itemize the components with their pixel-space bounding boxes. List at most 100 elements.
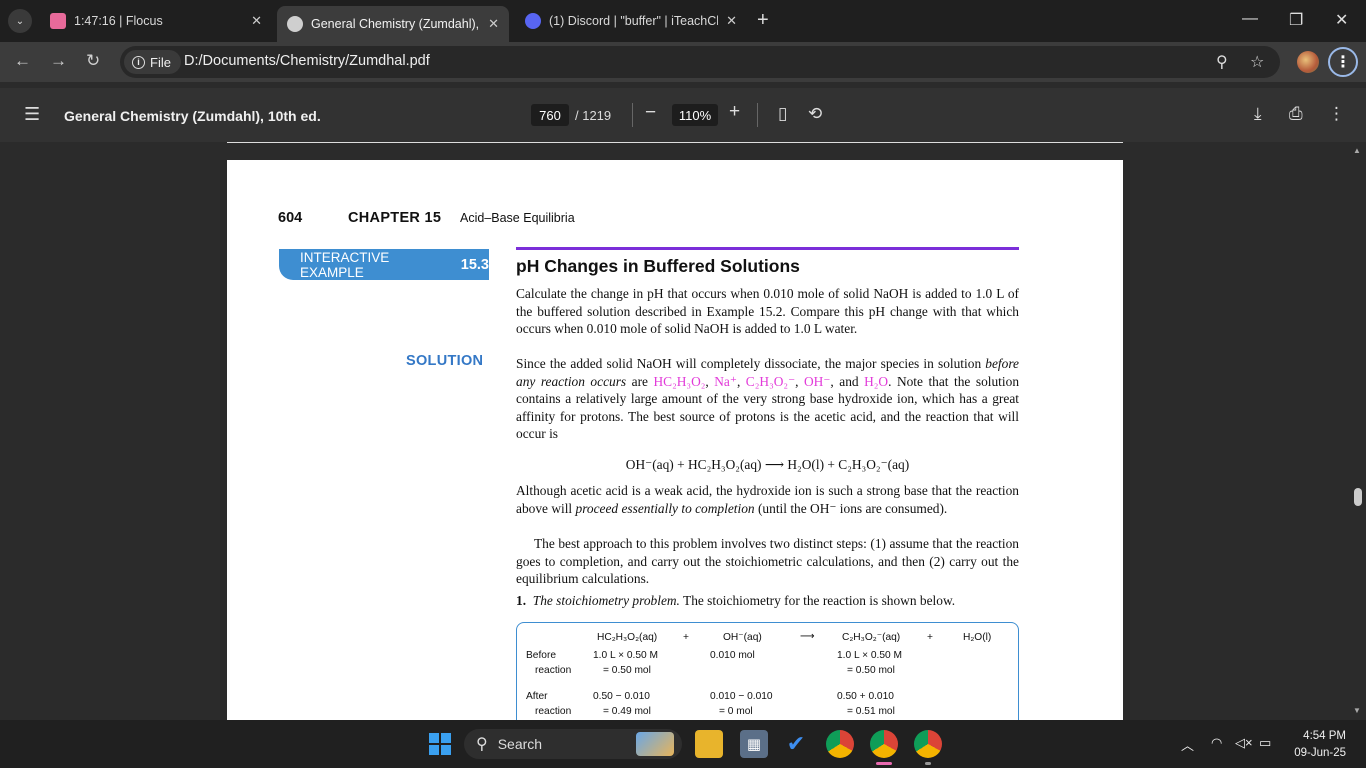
text-run: are (626, 373, 654, 389)
rotate-icon[interactable]: ⟲ (808, 104, 822, 124)
table-cell: 0.50 + 0.010 (837, 691, 894, 702)
browser-menu-button[interactable]: ⋮ (1328, 47, 1358, 77)
example-divider-rule (516, 247, 1019, 250)
header-hydroxide: OH⁻(aq) (723, 632, 762, 643)
badge-number: 15.3 (460, 256, 489, 273)
flocus-favicon-icon (50, 13, 66, 29)
row-label: Before (526, 650, 557, 661)
bookmark-star-icon[interactable]: ☆ (1250, 52, 1264, 72)
reaction-equation: OH⁻(aq) + HC₂H₃O₂(aq) ⟶ H₂O(l) + C₂H₃O₂⁻… (625, 457, 910, 472)
tab-general-chemistry[interactable]: General Chemistry (Zumdahl), 1 ✕ (277, 6, 509, 42)
file-explorer-icon[interactable] (695, 730, 723, 758)
fit-page-icon[interactable]: ▯ (778, 104, 787, 124)
calculator-icon[interactable]: ▦ (740, 730, 768, 758)
approach-paragraph: The best approach to this problem involv… (516, 536, 1019, 586)
table-cell: 0.010 mol (710, 650, 755, 661)
close-window-button[interactable]: ✕ (1335, 10, 1348, 30)
solution-paragraph: Since the added solid NaOH will complete… (516, 356, 1020, 441)
tab-search-button[interactable]: ⌄ (8, 9, 32, 33)
search-highlight-icon (636, 732, 674, 756)
zoom-out-button[interactable]: − (645, 102, 656, 124)
page-total: / 1219 (575, 108, 612, 123)
species-acetic-acid: HC₂H₃O₂ (653, 373, 706, 389)
stoichiometry-table: HC₂H₃O₂(aq) + OH⁻(aq) ⟶ C₂H₃O₂⁻(aq) + H₂… (516, 622, 1019, 720)
clock-time: 4:54 PM (1303, 730, 1346, 742)
table-cell: = 0.51 mol (847, 706, 895, 717)
scroll-down-arrow-icon[interactable]: ▼ (1353, 706, 1361, 715)
header-arrow: ⟶ (800, 631, 815, 642)
zoom-magnifier-icon[interactable]: ⚲ (1216, 52, 1228, 72)
completion-paragraph: Although acetic acid is a weak acid, the… (516, 482, 1019, 517)
row-label: After (526, 691, 548, 702)
zoom-in-button[interactable]: + (729, 101, 740, 123)
scrollbar-thumb[interactable] (1354, 488, 1362, 506)
tab-close-icon[interactable]: ✕ (488, 16, 499, 32)
table-cell: 1.0 L × 0.50 M (837, 650, 903, 661)
page-number-input[interactable]: 760 (531, 104, 569, 126)
volume-muted-icon[interactable]: ◁× (1235, 735, 1253, 751)
document-title: General Chemistry (Zumdahl), 10th ed. (64, 108, 321, 124)
restore-button[interactable]: ❐ (1289, 10, 1303, 30)
chrome-profile-icon[interactable] (914, 730, 942, 758)
step-one-line: 1. The stoichiometry problem. The stoich… (516, 592, 1019, 610)
pdf-page: 604 CHAPTER 15 Acid–Base Equilibria INTE… (227, 160, 1123, 720)
tab-close-icon[interactable]: ✕ (726, 13, 737, 29)
download-icon[interactable]: ⤓ (1254, 104, 1262, 124)
url-text[interactable]: D:/Documents/Chemistry/Zumdhal.pdf (184, 53, 430, 69)
scroll-up-arrow-icon[interactable]: ▲ (1353, 146, 1361, 155)
minimize-button[interactable]: — (1242, 10, 1258, 28)
species-sodium-ion: Na⁺ (714, 373, 737, 389)
pdf-viewer[interactable]: 604 CHAPTER 15 Acid–Base Equilibria INTE… (0, 142, 1366, 720)
step-number: 1. (516, 593, 527, 608)
taskbar-search[interactable]: ⚲ Search (464, 729, 682, 759)
text-run: (until the OH⁻ ions are consumed). (754, 500, 948, 516)
page-number: 604 (278, 210, 303, 226)
profile-avatar[interactable] (1297, 51, 1319, 73)
info-icon: i (132, 55, 145, 69)
running-app-indicator (925, 762, 931, 765)
tab-title: General Chemistry (Zumdahl), 1 (311, 17, 481, 31)
table-cell: 1.0 L × 0.50 M (593, 650, 659, 661)
print-icon[interactable]: ⎙ (1289, 104, 1303, 124)
address-bar[interactable]: i File D:/Documents/Chemistry/Zumdhal.pd… (120, 46, 1280, 78)
toolbar-divider (757, 103, 758, 127)
windows-start-icon[interactable] (426, 730, 454, 758)
row-label: reaction (535, 706, 572, 717)
chrome-icon[interactable] (826, 730, 854, 758)
reload-icon[interactable]: ↻ (86, 51, 100, 71)
tab-discord[interactable]: (1) Discord | "buffer" | iTeachCh ✕ (515, 6, 747, 36)
todo-check-icon[interactable]: ✔ (782, 730, 810, 758)
solution-label: SOLUTION (406, 353, 484, 369)
battery-icon[interactable]: ▭ (1259, 735, 1271, 751)
tray-overflow-chevron-icon[interactable]: ︿ (1181, 735, 1194, 754)
species-hydroxide-ion: OH⁻ (804, 373, 831, 389)
wifi-icon[interactable]: ◠ (1211, 735, 1222, 751)
tab-flocus[interactable]: 1:47:16 | Flocus ✕ (40, 6, 272, 36)
site-info-chip[interactable]: i File (124, 50, 181, 74)
tab-title: (1) Discord | "buffer" | iTeachCh (549, 14, 719, 28)
search-label: Search (497, 736, 543, 752)
header-water: H₂O(l) (963, 632, 992, 643)
row-label: reaction (535, 665, 572, 676)
text-run: The stoichiometry for the reaction is sh… (679, 593, 956, 608)
text-run: Since the added solid NaOH will complete… (516, 356, 986, 371)
globe-icon (287, 16, 303, 32)
zoom-level-input[interactable]: 110% (672, 104, 718, 126)
tab-close-icon[interactable]: ✕ (251, 13, 262, 29)
back-arrow-icon[interactable]: ← (14, 51, 31, 71)
system-clock[interactable]: 4:54 PM 09-Jun-25 (1294, 728, 1346, 762)
species-acetate-ion: C₂H₃O₂⁻ (745, 373, 796, 389)
table-cell: 0.50 − 0.010 (593, 691, 650, 702)
hamburger-menu-icon[interactable]: ☰ (24, 104, 40, 125)
pdf-more-options-icon[interactable]: ⋮ (1328, 104, 1345, 124)
vertical-scrollbar[interactable] (1352, 142, 1366, 720)
chrome-profile-icon[interactable] (870, 730, 898, 758)
windows-taskbar: ⚲ Search ▦ ✔ ︿ ◠ ◁× ▭ 4:54 PM 09-Jun-25 (0, 720, 1366, 768)
header-acetate: C₂H₃O₂⁻(aq) (842, 632, 901, 643)
toolbar-divider (632, 103, 633, 127)
previous-page-edge (227, 142, 1123, 143)
forward-arrow-icon[interactable]: → (50, 51, 67, 71)
new-tab-button[interactable]: + (757, 9, 769, 32)
table-cell: = 0.49 mol (603, 706, 651, 717)
table-cell: = 0.50 mol (603, 665, 651, 676)
